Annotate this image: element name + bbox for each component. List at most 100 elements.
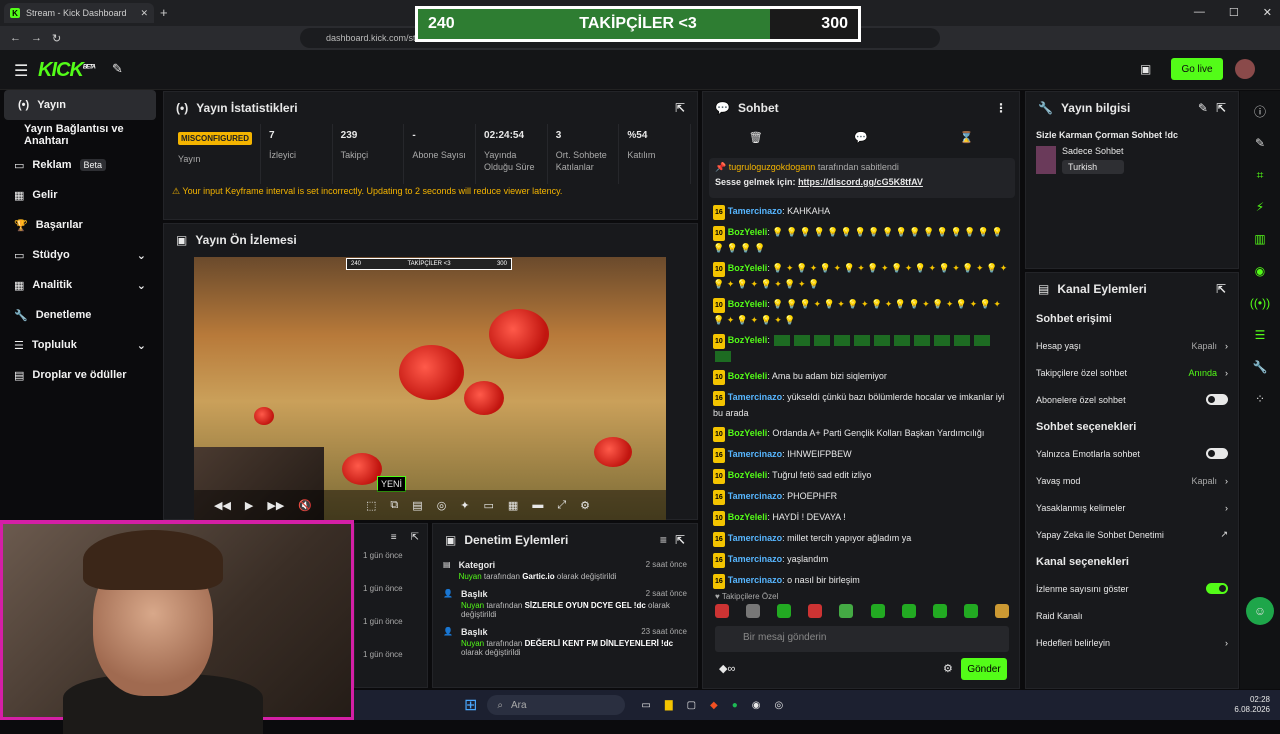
channel-setting-row[interactable]: Yapay Zeka ile Sohbet Denetimi ↗	[1026, 521, 1238, 548]
chevron-right-icon[interactable]: ›	[1225, 476, 1228, 486]
sidebar-item[interactable]: 🔧 Denetleme	[0, 300, 160, 330]
stream-preview-video[interactable]: 240 TAKİPÇİLER <3 300 YENİ ◀◀ ▶ ▶▶ 🔇 ⬚ ⧉ ▤ ◎ ✦ ▭ ▦ ▬…	[194, 257, 666, 520]
forward-icon[interactable]: →	[31, 32, 42, 44]
chat-username[interactable]: Tamercinazo	[728, 533, 782, 543]
emote-icon[interactable]	[994, 604, 1009, 618]
emote-icon[interactable]	[870, 604, 885, 618]
list-icon[interactable]: ☰	[1248, 323, 1272, 347]
minimize-icon[interactable]: —	[1194, 6, 1205, 19]
emote-icon[interactable]	[777, 604, 792, 618]
chat-username[interactable]: Tamercinazo	[728, 554, 782, 564]
layout-icon[interactable]: ▬	[532, 499, 543, 511]
clip-icon[interactable]: ▤	[412, 499, 422, 512]
sidebar-item[interactable]: ▦ Gelir	[0, 180, 160, 210]
emote-icon[interactable]	[963, 604, 978, 618]
crop-icon[interactable]: ⧉	[390, 499, 398, 512]
chat-message[interactable]: 10 BozYeleli: 💡 ✦ 💡 ✦ 💡 ✦ 💡 ✦ 💡 ✦ 💡 ✦ 💡 ✦…	[713, 261, 1009, 292]
chat-message[interactable]: 10 BozYeleli: HAYDİ ! DEVAYA !	[713, 510, 1009, 526]
play-icon[interactable]: ▶	[245, 499, 253, 512]
pin-icon[interactable]: ✎	[112, 61, 123, 77]
chevron-down-icon[interactable]: ⌄	[137, 339, 146, 352]
popout-icon[interactable]: ⇱	[1216, 101, 1226, 115]
discord-link[interactable]: https://discord.gg/cG5K8tfAV	[798, 177, 923, 187]
sidebar-item[interactable]: ▦ Analitik ⌄	[0, 270, 160, 300]
chevron-right-icon[interactable]: ›	[1225, 503, 1228, 513]
mod-user[interactable]: Nuyan	[461, 601, 484, 610]
mod-log-item[interactable]: 👤 Başlık 23 saat önce Nuyan tarafından DEĞE…	[433, 623, 697, 661]
chat-message[interactable]: 16 Tamercinazo: IHNWEIFPBEW	[713, 447, 1009, 463]
info-icon[interactable]: ⓘ	[1248, 99, 1272, 123]
toggle-switch[interactable]	[1206, 448, 1228, 459]
sparkle-icon[interactable]: ✦	[460, 499, 469, 512]
mod-log-item[interactable]: 👤 Başlık 2 saat önce Nuyan tarafından SİZLE…	[433, 585, 697, 623]
emote-picker-icon[interactable]: ◆∞	[719, 662, 735, 675]
channel-setting-row[interactable]: Yavaş mod Kapalı ›	[1026, 467, 1238, 494]
avatar[interactable]	[1235, 59, 1255, 79]
chat-username[interactable]: BozYeleli	[728, 371, 768, 381]
app-icon[interactable]: ▢	[687, 700, 696, 711]
windows-start-icon[interactable]: ⊞	[464, 695, 477, 715]
discord-icon[interactable]: ◎	[775, 700, 784, 711]
scan-icon[interactable]: ⌗	[1248, 163, 1272, 187]
popout-icon[interactable]: ⇱	[411, 532, 419, 543]
filter-icon[interactable]: ≡	[391, 532, 397, 543]
gift-icon[interactable]: ▦	[508, 499, 518, 512]
chat-icon[interactable]: ◉	[1248, 259, 1272, 283]
chevron-right-icon[interactable]: ›	[1225, 368, 1228, 378]
chat-username[interactable]: Tamercinazo	[728, 392, 782, 402]
clipboard-icon[interactable]: ▥	[1248, 227, 1272, 251]
filter-icon[interactable]: ≡	[660, 533, 667, 547]
sidebar-item[interactable]: Yayın Bağlantısı ve Anahtarı	[0, 120, 160, 150]
chat-username[interactable]: Tamercinazo	[728, 449, 782, 459]
chat-username[interactable]: BozYeleli	[728, 335, 768, 345]
mute-icon[interactable]: 🔇	[298, 499, 312, 512]
external-link-icon[interactable]: ↗	[1220, 529, 1228, 540]
mod-user[interactable]: Nuyan	[459, 572, 482, 581]
send-button[interactable]: Gönder	[961, 658, 1007, 680]
mod-user[interactable]: Nuyan	[461, 639, 484, 648]
kick-logo[interactable]: KICKBETA	[38, 59, 96, 82]
close-tab-icon[interactable]: ✕	[140, 8, 148, 19]
channel-setting-row[interactable]: Yalnızca Emotlarla sohbet	[1026, 440, 1238, 467]
trash-icon[interactable]: 🗑	[749, 131, 763, 144]
chevron-down-icon[interactable]: ⌄	[137, 279, 146, 292]
chat-username[interactable]: BozYeleli	[728, 470, 768, 480]
sidebar-item[interactable]: ▭ Reklam Beta	[0, 150, 160, 180]
sidebar-item[interactable]: ☰ Topluluk ⌄	[0, 330, 160, 360]
emote-icon[interactable]	[932, 604, 947, 618]
sidebar-item[interactable]: (•) Yayın	[4, 90, 156, 120]
channel-setting-row[interactable]: Raid Kanalı	[1026, 602, 1238, 629]
emote-icon[interactable]	[839, 604, 854, 618]
chat-message[interactable]: 16 Tamercinazo: millet tercih yapıyor ağl…	[713, 531, 1009, 547]
chat-bubble-icon[interactable]: 💬	[854, 131, 868, 144]
chevron-down-icon[interactable]: ⌄	[137, 249, 146, 262]
support-icon[interactable]: ☺	[1246, 597, 1274, 625]
theater-icon[interactable]: ▭	[484, 499, 494, 512]
close-window-icon[interactable]: ✕	[1263, 6, 1272, 19]
record-icon[interactable]: ⬚	[366, 499, 376, 512]
taskbar-search[interactable]: ⌕ Ara	[487, 695, 626, 715]
edit-icon[interactable]: ✎	[1248, 131, 1272, 155]
chat-message[interactable]: 10 BozYeleli: Ama bu adam bizi siqlemiyor	[713, 369, 1009, 385]
emote-icon[interactable]	[746, 604, 761, 618]
rewind-icon[interactable]: ◀◀	[214, 499, 231, 512]
taskbar-clock[interactable]: 02:28 6.08.2026	[1234, 695, 1270, 715]
toggle-switch[interactable]	[1206, 583, 1228, 594]
chat-message[interactable]: 16 Tamercinazo: yükseldi çünkü bazı bölüm…	[713, 390, 1009, 421]
sidebar-item[interactable]: 🏆 Başarılar	[0, 210, 160, 240]
chat-message[interactable]: 10 BozYeleli: Ordanda A+ Parti Gençlik Ko…	[713, 426, 1009, 442]
chat-message[interactable]: 16 Tamercinazo: yaşlandım	[713, 552, 1009, 568]
apps-icon[interactable]: ⁘	[1248, 387, 1272, 411]
chat-message[interactable]: 10 BozYeleli: 💡 💡 💡 ✦ 💡 ✦ 💡 ✦ 💡 ✦ 💡 💡 ✦ 💡…	[713, 297, 1009, 328]
popout-icon[interactable]: ⇱	[675, 533, 685, 547]
chat-message[interactable]: 10 BozYeleli: 💡 💡 💡 💡 💡 💡 💡 💡 💡 💡 💡 💡 💡 💡…	[713, 225, 1009, 256]
chevron-right-icon[interactable]: ›	[1225, 341, 1228, 351]
more-icon[interactable]: ⋮	[995, 101, 1007, 115]
steam-icon[interactable]: ◉	[752, 700, 761, 711]
mod-log-item[interactable]: ▤ Kategori 2 saat önce Nuyan tarafından Gar…	[433, 556, 697, 585]
new-tab-icon[interactable]: +	[160, 5, 168, 20]
chat-message[interactable]: 16 Tamercinazo: KAHKAHA	[713, 204, 1009, 220]
speed-icon[interactable]: ◎	[437, 499, 447, 512]
chat-username[interactable]: Tamercinazo	[728, 575, 782, 585]
chat-message[interactable]: 16 Tamercinazo: PHOEPHFR	[713, 489, 1009, 505]
